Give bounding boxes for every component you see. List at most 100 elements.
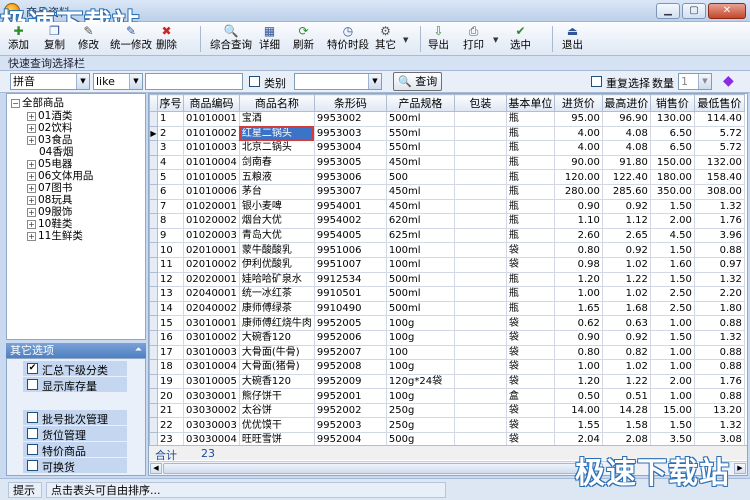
table-cell[interactable]: 01010004 <box>183 154 240 171</box>
table-cell[interactable]: 21 <box>157 402 184 419</box>
option-row[interactable]: 批号批次管理 <box>23 410 127 426</box>
table-cell[interactable]: 1.50 <box>649 198 695 215</box>
table-cell[interactable]: 02010002 <box>183 256 240 273</box>
table-cell[interactable]: 9910501 <box>313 286 387 302</box>
table-cell[interactable]: 1.00 <box>553 286 603 302</box>
table-cell[interactable]: 100 <box>385 344 455 361</box>
table-cell[interactable]: 娃哈哈矿泉水 <box>238 271 315 288</box>
table-cell[interactable]: 02010001 <box>183 242 240 258</box>
table-cell[interactable]: 瓶 <box>505 271 555 288</box>
option-row[interactable]: ✔ 汇总下级分类 <box>23 361 127 377</box>
table-cell[interactable]: 1 <box>157 111 184 127</box>
table-row[interactable]: 6 01010006 茅台 9953007 450ml 瓶 280.00 285.60 350.… <box>149 183 745 200</box>
copy-button[interactable]: ❐ 复制 <box>44 24 65 54</box>
table-row[interactable]: 21 03030002 太谷饼 9952002 250g 袋 14.00 14.28 15.00… <box>149 402 745 419</box>
table-cell[interactable]: 9952009 <box>313 373 387 390</box>
table-cell[interactable]: 01010002 <box>183 125 240 142</box>
table-cell[interactable]: 9 <box>157 227 184 244</box>
table-cell[interactable]: 袋 <box>505 256 555 273</box>
table-cell[interactable]: 2.50 <box>649 300 695 317</box>
table-cell[interactable]: 2.00 <box>649 373 695 390</box>
table-cell[interactable]: 16 <box>157 329 184 346</box>
tree-item[interactable]: +05电器 <box>27 158 72 170</box>
row-indicator[interactable] <box>149 213 158 229</box>
table-cell[interactable]: 袋 <box>505 402 555 419</box>
table-cell[interactable]: 9953005 <box>313 154 387 171</box>
table-cell[interactable]: 1.20 <box>553 271 603 288</box>
table-cell[interactable]: 熊仔饼干 <box>238 388 315 404</box>
table-cell[interactable]: 0.63 <box>601 315 651 331</box>
table-cell[interactable]: 9952005 <box>313 315 387 331</box>
table-cell[interactable]: 1.68 <box>601 300 651 317</box>
table-cell[interactable]: 9953002 <box>313 111 387 127</box>
row-indicator[interactable] <box>149 154 158 171</box>
table-cell[interactable] <box>453 388 507 404</box>
table-cell[interactable]: 02020001 <box>183 271 240 288</box>
row-indicator[interactable] <box>149 359 158 375</box>
table-cell[interactable]: 袋 <box>505 242 555 258</box>
query-button[interactable]: 🔍 查询 <box>393 72 443 91</box>
table-cell[interactable]: 3.96 <box>693 227 745 244</box>
table-cell[interactable]: 1.02 <box>601 286 651 302</box>
table-cell[interactable]: 0.51 <box>601 388 651 404</box>
table-cell[interactable]: 20 <box>157 388 184 404</box>
row-indicator[interactable] <box>149 373 158 390</box>
table-cell[interactable]: 280.00 <box>553 183 603 200</box>
category-checkbox[interactable] <box>249 76 260 87</box>
scroll-left-icon[interactable]: ◀ <box>150 463 162 474</box>
column-header[interactable]: 包装 <box>453 94 507 112</box>
table-cell[interactable] <box>453 359 507 375</box>
table-cell[interactable]: 100g <box>385 388 455 404</box>
table-cell[interactable]: 红星二锅头 <box>238 125 315 142</box>
table-cell[interactable]: 0.82 <box>601 344 651 361</box>
table-row[interactable]: 3 01010003 北京二锅头 9953004 550ml 瓶 4.00 4.08 6.50 5… <box>149 140 745 156</box>
row-indicator[interactable] <box>149 169 158 185</box>
table-cell[interactable] <box>453 242 507 258</box>
table-cell[interactable]: 0.92 <box>601 242 651 258</box>
tree-item[interactable]: +03食品 <box>27 134 72 146</box>
tree-item[interactable]: +07图书 <box>27 182 72 194</box>
option-row[interactable]: 可换货 <box>23 458 127 474</box>
minimize-button[interactable]: ▁ <box>656 3 680 19</box>
table-cell[interactable]: 01020001 <box>183 198 240 215</box>
table-cell[interactable]: 01010003 <box>183 140 240 156</box>
table-row[interactable]: 16 03010002 大碗香120 9952006 100g 袋 0.90 0.92 1.50… <box>149 329 745 346</box>
table-cell[interactable]: 96.90 <box>601 111 651 127</box>
row-indicator[interactable] <box>149 183 158 200</box>
table-cell[interactable]: 1.65 <box>553 300 603 317</box>
table-cell[interactable]: 15.00 <box>649 402 695 419</box>
table-cell[interactable]: 9951006 <box>313 242 387 258</box>
table-cell[interactable]: 1.10 <box>553 213 603 229</box>
table-cell[interactable]: 0.92 <box>601 198 651 215</box>
table-cell[interactable]: 01010005 <box>183 169 240 185</box>
refresh-button[interactable]: ⟳ 刷新 <box>293 24 314 54</box>
row-indicator[interactable] <box>149 402 158 419</box>
table-cell[interactable]: 03010004 <box>183 359 240 375</box>
table-cell[interactable]: 9910490 <box>313 300 387 317</box>
table-cell[interactable]: 100g <box>385 359 455 375</box>
table-cell[interactable] <box>453 271 507 288</box>
table-row[interactable]: ▶ 2 01010002 红星二锅头 9953003 550ml 瓶 4.00 4.08 6.50… <box>149 125 745 142</box>
column-header[interactable]: 最高进价 <box>601 94 651 112</box>
table-row[interactable]: 18 03010004 大骨面(猪骨) 9952008 100g 袋 1.00 1.02 1.0… <box>149 359 745 375</box>
option-row[interactable]: 显示库存量 <box>23 377 127 393</box>
table-cell[interactable]: 1.00 <box>649 315 695 331</box>
table-cell[interactable]: 4.08 <box>601 125 651 142</box>
table-cell[interactable]: 9952002 <box>313 402 387 419</box>
query-value-input[interactable] <box>145 73 243 90</box>
row-indicator[interactable] <box>149 300 158 317</box>
tree-item[interactable]: +08玩具 <box>27 194 72 206</box>
table-row[interactable]: 11 02010002 伊利优酸乳 9951007 100ml 袋 0.98 1.02 1.60… <box>149 256 745 273</box>
expand-icon[interactable]: + <box>27 195 36 205</box>
table-cell[interactable]: 2.60 <box>553 227 603 244</box>
expand-icon[interactable]: + <box>27 111 36 121</box>
table-cell[interactable]: 100g <box>385 329 455 346</box>
table-cell[interactable]: 9954002 <box>313 213 387 229</box>
table-cell[interactable]: 瓶 <box>505 286 555 302</box>
table-cell[interactable]: 03030003 <box>183 417 240 434</box>
table-cell[interactable] <box>453 183 507 200</box>
table-cell[interactable]: 袋 <box>505 315 555 331</box>
table-cell[interactable]: 0.98 <box>553 256 603 273</box>
table-cell[interactable] <box>453 154 507 171</box>
table-row[interactable]: 1 01010001 宝酒 9953002 500ml 瓶 95.00 96.90 130.00… <box>149 111 745 127</box>
